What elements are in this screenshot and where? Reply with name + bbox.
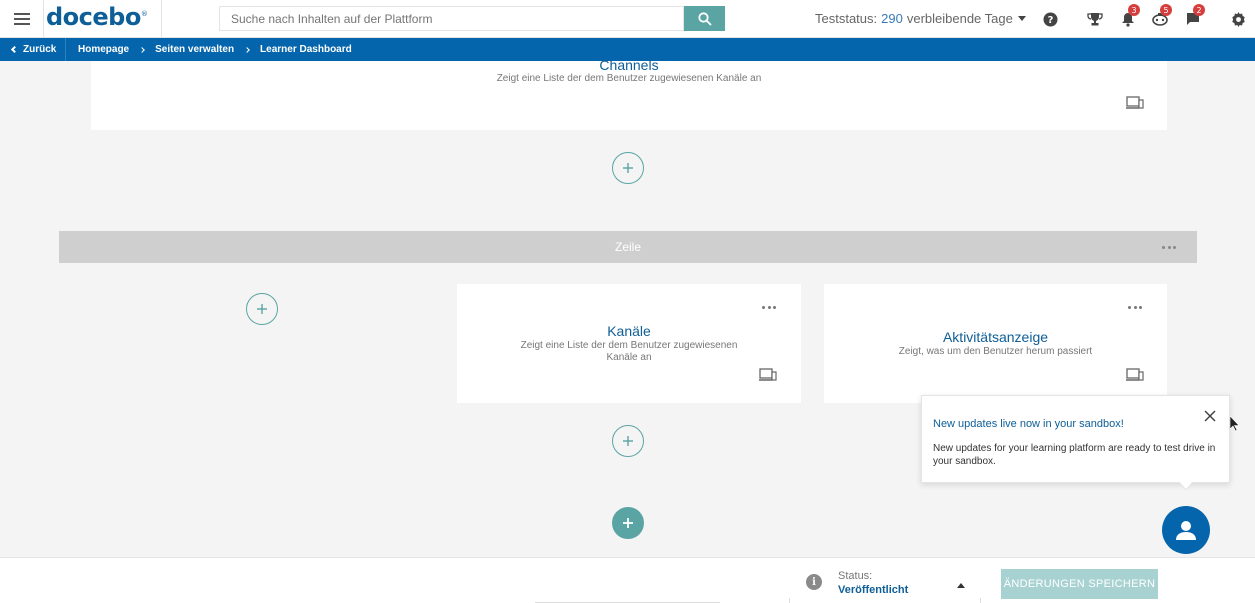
messages-badge: 2 — [1193, 4, 1205, 16]
dot — [1133, 305, 1137, 309]
plus-icon — [623, 436, 633, 446]
footer-divider — [789, 598, 790, 603]
trial-suffix: verbleibende Tage — [906, 11, 1013, 26]
search-icon — [697, 11, 712, 26]
popup-title: New updates live now in your sandbox! — [933, 418, 1124, 430]
header-divider — [161, 0, 162, 38]
add-row-button[interactable] — [612, 507, 644, 539]
status-label: Status: — [838, 570, 873, 582]
svg-text:?: ? — [1047, 15, 1053, 26]
gamification-badge: 5 — [1160, 4, 1172, 16]
messages-button[interactable]: 2 — [1184, 4, 1205, 28]
gear-icon — [1231, 11, 1245, 27]
mouse-cursor-icon — [1230, 416, 1240, 432]
dot — [1128, 305, 1131, 309]
notifications-badge: 3 — [1128, 4, 1140, 16]
help-icon: ? — [1043, 12, 1057, 26]
achievements-button[interactable] — [1086, 10, 1104, 28]
top-header: docebo® Teststatus: 290 verbleibende Tag… — [0, 0, 1255, 38]
widget-title: Channels — [599, 57, 659, 73]
widget-description: Zeigt, was um den Benutzer herum passier… — [898, 346, 1093, 357]
dot — [1139, 305, 1142, 309]
chevron-right-icon — [139, 46, 145, 53]
row-options-button[interactable] — [1162, 244, 1176, 250]
widget-description-line2: Kanäle an — [606, 352, 652, 363]
breadcrumb-learner-dashboard: Learner Dashboard — [260, 44, 352, 55]
add-widget-below-button[interactable] — [612, 425, 644, 457]
plus-icon — [623, 518, 633, 528]
widget-title: Aktivitätsanzeige — [942, 329, 1049, 345]
dot — [762, 305, 765, 309]
devices-icon[interactable] — [1126, 368, 1144, 382]
docebo-logo[interactable]: docebo® — [46, 3, 148, 31]
devices-icon[interactable] — [1126, 96, 1144, 110]
page-footer: i Status: Veröffentlicht ÄNDERUNGEN SPEI… — [0, 557, 1255, 603]
user-icon — [1176, 521, 1196, 540]
dot — [1167, 245, 1171, 249]
row-label: Zeile — [614, 240, 641, 254]
breadcrumb-homepage[interactable]: Homepage — [78, 44, 129, 55]
trophy-icon — [1087, 12, 1103, 25]
help-chat-button[interactable] — [1162, 506, 1210, 554]
popup-arrow — [1179, 482, 1193, 490]
plus-icon — [257, 304, 267, 314]
save-changes-button[interactable]: ÄNDERUNGEN SPEICHERN — [1001, 569, 1158, 599]
settings-button[interactable] — [1229, 10, 1247, 28]
sandbox-update-popup: New updates live now in your sandbox! Ne… — [921, 395, 1230, 483]
channels-widget[interactable]: Channels Zeigt eine Liste der dem Benutz… — [91, 57, 1167, 130]
logo-text: docebo — [46, 3, 141, 31]
hamburger-icon — [13, 13, 30, 25]
info-icon[interactable]: i — [806, 574, 822, 590]
search-input[interactable] — [219, 6, 684, 31]
popup-text: New updates for your learning platform a… — [933, 443, 1216, 467]
kanaele-widget[interactable]: Kanäle Zeigt eine Liste der dem Benutzer… — [457, 284, 801, 403]
widget-title: Kanäle — [607, 323, 651, 339]
devices-icon[interactable] — [759, 368, 777, 382]
notifications-button[interactable]: 3 — [1119, 4, 1140, 28]
menu-button[interactable] — [0, 0, 44, 38]
chevron-left-icon — [10, 45, 19, 54]
caret-down-icon — [1017, 16, 1026, 21]
breadcrumb-manage-pages[interactable]: Seiten verwalten — [155, 44, 234, 55]
row-header[interactable]: Zeile — [59, 231, 1197, 263]
add-widget-column1-button[interactable] — [246, 293, 278, 325]
widget-description: Zeigt eine Liste der dem Benutzer zugewi… — [496, 73, 762, 84]
widget-options-button[interactable] — [1128, 304, 1142, 310]
add-widget-button[interactable] — [612, 152, 644, 184]
back-label: Zurück — [23, 44, 57, 55]
dot — [767, 305, 771, 309]
search-button[interactable] — [684, 6, 725, 31]
widget-description-line1: Zeigt eine Liste der dem Benutzer zugewi… — [520, 340, 738, 351]
trial-status-dropdown[interactable]: Teststatus: 290 verbleibende Tage — [815, 11, 1026, 26]
back-button[interactable]: Zurück — [0, 38, 66, 61]
gamification-button[interactable]: 5 — [1151, 4, 1172, 28]
plus-icon — [623, 163, 633, 173]
close-icon[interactable] — [1203, 409, 1217, 423]
dot — [1173, 245, 1176, 249]
activity-feed-widget[interactable]: Aktivitätsanzeige Zeigt, was um den Benu… — [824, 284, 1167, 403]
dot — [773, 305, 776, 309]
trial-days: 290 — [881, 11, 903, 26]
widget-options-button[interactable] — [762, 304, 776, 310]
footer-divider — [980, 598, 981, 603]
help-button[interactable]: ? — [1041, 10, 1059, 28]
trial-prefix: Teststatus: — [815, 11, 878, 26]
chevron-right-icon — [244, 46, 250, 53]
dot — [1162, 245, 1165, 249]
status-value: Veröffentlicht — [838, 584, 909, 596]
caret-up-icon — [957, 583, 965, 588]
